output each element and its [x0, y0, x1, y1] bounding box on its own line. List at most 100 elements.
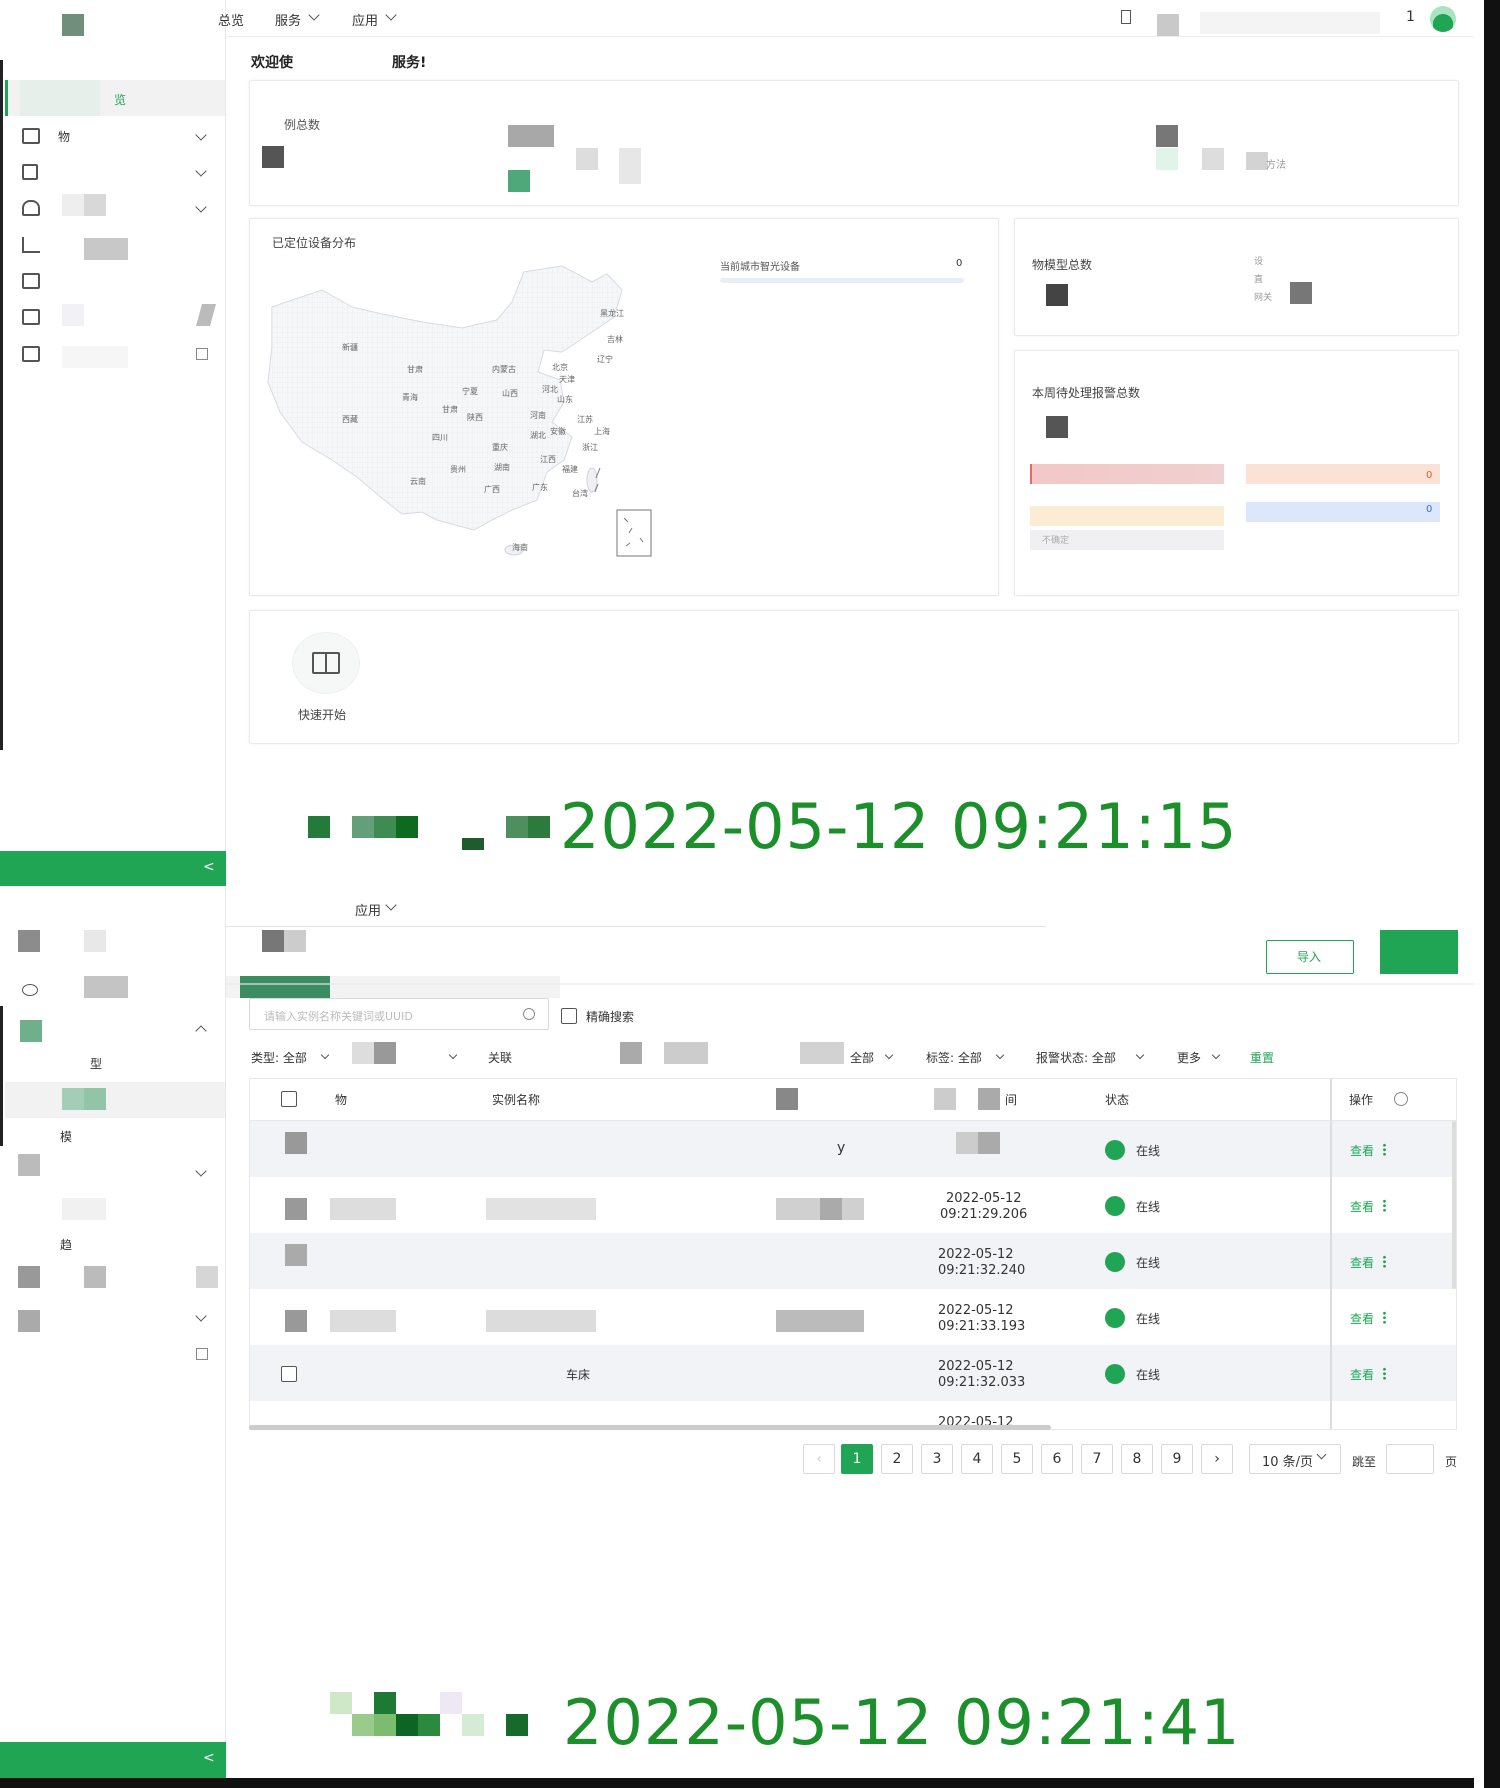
sidebar2-border-left [0, 1006, 3, 1146]
row5-time-2: 09:21:32.033 [938, 1375, 1026, 1390]
view-link[interactable]: 查看 [1350, 1310, 1374, 1327]
filter-more[interactable]: 更多 [1177, 1049, 1201, 1066]
nav-apps[interactable]: 应用 [352, 10, 378, 29]
instances-label: 例总数 [284, 118, 321, 132]
search-icon[interactable] [523, 1008, 535, 1020]
page-7[interactable]: 7 [1081, 1444, 1113, 1474]
alarm-icon [22, 200, 40, 216]
page-8[interactable]: 8 [1121, 1444, 1153, 1474]
page-2[interactable]: 2 [881, 1444, 913, 1474]
china-map: 黑龙江吉林辽宁 新疆甘肃 内蒙古 北京天津河北青海 宁夏 山西山东西藏 甘肃陕西 河南 江苏安徽… [267, 265, 652, 557]
jump-input[interactable] [1386, 1444, 1434, 1474]
row2-time-1: 2022-05-12 [946, 1191, 1022, 1206]
server-icon [22, 128, 40, 144]
doc-icon[interactable] [1121, 10, 1131, 24]
taiwan-island [586, 467, 598, 493]
table-row[interactable] [250, 1233, 1456, 1289]
province-label: 上海 [594, 426, 610, 436]
nav-service[interactable]: 服务 [275, 10, 301, 29]
stats-card [249, 80, 1459, 206]
fixed-column-shadow [1330, 1079, 1332, 1429]
wifi-icon [1105, 1252, 1125, 1272]
province-label: 宁夏 [462, 386, 478, 396]
more-icon[interactable] [1383, 1311, 1386, 1324]
page-3[interactable]: 3 [921, 1444, 953, 1474]
row5-time-1: 2022-05-12 [938, 1359, 1014, 1374]
filter-alarm-status[interactable]: 报警状态: 全部 [1036, 1049, 1116, 1066]
dashboard-icon [22, 273, 40, 289]
filter-related[interactable]: 关联 [488, 1049, 512, 1066]
prev-page-button[interactable]: ‹ [803, 1444, 835, 1474]
model-card [1014, 218, 1459, 336]
sidebar-collapse-bar[interactable] [0, 851, 226, 886]
reset-link[interactable]: 重置 [1250, 1049, 1274, 1066]
nav2-apps[interactable]: 应用 [355, 900, 381, 919]
page-9[interactable]: 9 [1161, 1444, 1193, 1474]
filter-all[interactable]: 全部 [850, 1049, 874, 1066]
sidebar2-collapse-bar[interactable] [0, 1742, 226, 1778]
map-title: 已定位设备分布 [272, 236, 357, 250]
s2-pixel-g [62, 1088, 84, 1110]
s2-side-b[interactable]: 模 [60, 1128, 72, 1145]
filter-type[interactable]: 类型: 全部 [251, 1049, 307, 1066]
row-checkbox[interactable] [281, 1366, 297, 1382]
province-label: 广东 [532, 482, 548, 492]
external-link-icon[interactable] [196, 348, 208, 360]
external-link-icon[interactable] [196, 1348, 208, 1360]
select-all-checkbox[interactable] [281, 1091, 297, 1107]
horizontal-scrollbar[interactable] [249, 1425, 1051, 1430]
next-page-button[interactable]: › [1201, 1444, 1233, 1474]
s2-side-a[interactable]: 型 [90, 1055, 102, 1072]
page-4[interactable]: 4 [961, 1444, 993, 1474]
filter-pixel-c [620, 1042, 642, 1064]
stats-pixel-a [262, 146, 284, 168]
page-5[interactable]: 5 [1001, 1444, 1033, 1474]
create-button[interactable] [1380, 930, 1458, 974]
table-row[interactable] [250, 1345, 1456, 1401]
page-1[interactable]: 1 [841, 1444, 873, 1474]
row2-time-2: 09:21:29.206 [940, 1207, 1028, 1222]
view-link[interactable]: 查看 [1350, 1254, 1374, 1271]
s2-pixel-l [84, 1266, 106, 1288]
nav-overview[interactable]: 总览 [218, 10, 244, 29]
more-icon[interactable] [1383, 1255, 1386, 1268]
filter-tag[interactable]: 标签: 全部 [926, 1049, 982, 1066]
row2-pixel-e [820, 1198, 842, 1220]
avatar[interactable] [1430, 6, 1456, 32]
sidebar-item-1-label[interactable]: 物 [58, 128, 70, 145]
more-icon[interactable] [1383, 1199, 1386, 1212]
s2-tab-active[interactable] [240, 976, 330, 998]
south-sea-inset [616, 509, 652, 557]
stats-pixel-g [1156, 148, 1178, 170]
chart-icon [22, 237, 40, 253]
row1-pixel-c [978, 1132, 1000, 1154]
model-legend-2: 直 [1254, 275, 1264, 285]
s2-pixel-m [196, 1266, 218, 1288]
view-link[interactable]: 查看 [1350, 1142, 1374, 1159]
quick-start-label[interactable]: 快速开始 [298, 706, 346, 723]
status-badge: 在线 [1136, 1368, 1161, 1382]
view-link[interactable]: 查看 [1350, 1198, 1374, 1215]
visibility-icon [22, 984, 38, 996]
status-badge: 在线 [1136, 1200, 1161, 1214]
table-row[interactable] [250, 1121, 1456, 1177]
s2-side-c[interactable]: 趋 [60, 1236, 72, 1253]
view-link[interactable]: 查看 [1350, 1366, 1374, 1383]
bottom-edge [0, 1778, 1500, 1788]
table-header [250, 1079, 1456, 1121]
province-label: 湖南 [494, 462, 510, 472]
settings-icon[interactable] [1394, 1092, 1408, 1106]
header-pixel-b [934, 1088, 956, 1110]
exact-search-checkbox[interactable] [561, 1008, 577, 1024]
more-icon[interactable] [1383, 1367, 1386, 1380]
more-icon[interactable] [1383, 1143, 1386, 1156]
vertical-scrollbar[interactable] [1452, 1121, 1456, 1289]
province-label: 福建 [562, 464, 578, 474]
province-label: 天津 [559, 374, 575, 384]
s2-side-active[interactable] [5, 1082, 225, 1118]
province-label: 浙江 [582, 442, 598, 452]
stats-pixel-e [619, 148, 641, 184]
page-6[interactable]: 6 [1041, 1444, 1073, 1474]
stats-pixel-f [1156, 125, 1178, 147]
province-label: 西藏 [342, 414, 358, 424]
